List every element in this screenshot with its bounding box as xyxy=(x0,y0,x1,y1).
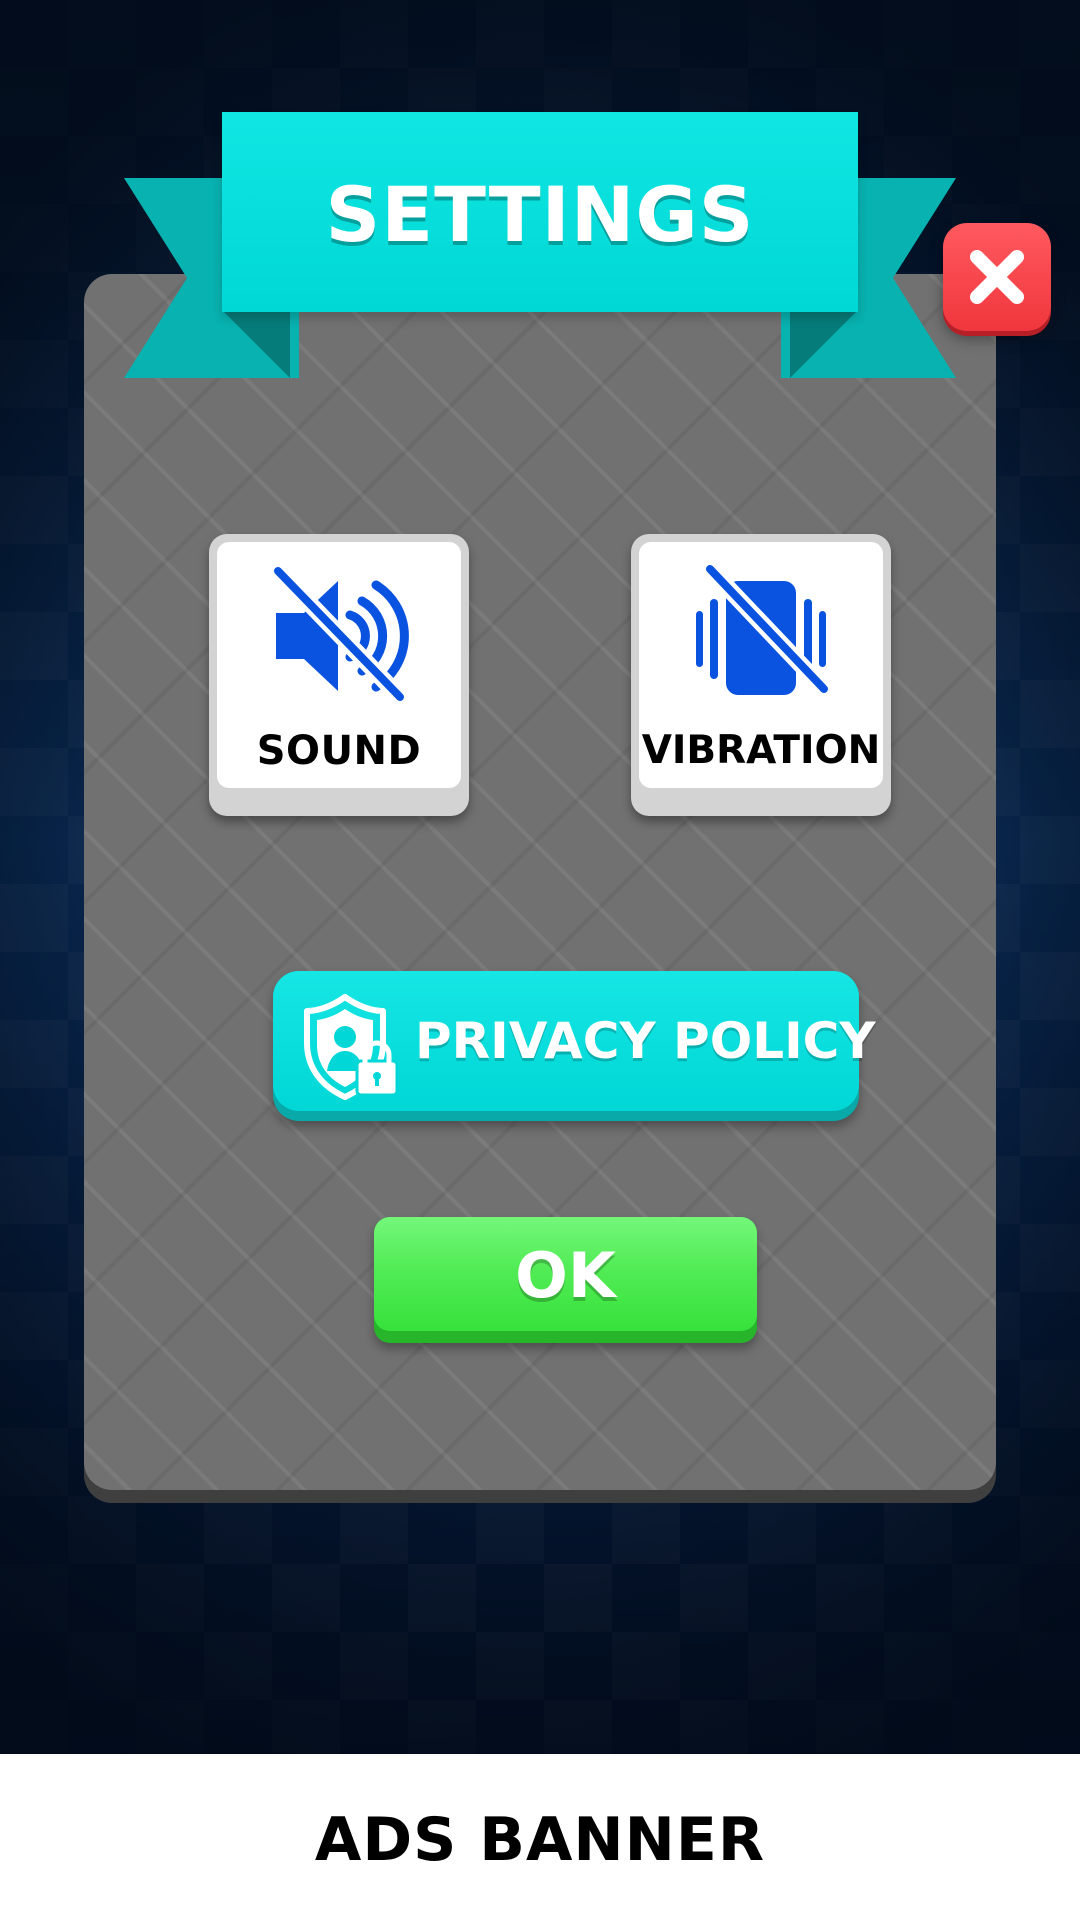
vibration-off-icon xyxy=(696,565,833,698)
title-ribbon: SETTINGS xyxy=(222,112,858,312)
sound-toggle-face: SOUND xyxy=(217,542,461,788)
dialog-title: SETTINGS xyxy=(325,169,755,259)
ok-button[interactable]: OK xyxy=(374,1217,757,1343)
ok-label: OK xyxy=(515,1238,616,1312)
ok-button-face: OK xyxy=(374,1217,757,1331)
vibration-toggle-button[interactable]: VIBRATION xyxy=(631,534,891,816)
ads-banner[interactable]: ADS BANNER xyxy=(0,1754,1080,1920)
ads-banner-label: ADS BANNER xyxy=(314,1805,766,1875)
privacy-policy-button[interactable]: PRIVACY POLICY xyxy=(273,971,876,1121)
privacy-policy-face: PRIVACY POLICY xyxy=(273,971,876,1111)
sound-icon-wrap xyxy=(217,560,461,710)
vibration-label: VIBRATION xyxy=(641,728,881,773)
settings-screen: SETTINGS SOUND VIBRATION PRIVACY POLICY … xyxy=(0,0,1080,1920)
sound-muted-icon xyxy=(269,565,409,705)
vibration-toggle-face: VIBRATION xyxy=(639,542,883,788)
vibration-icon-wrap xyxy=(639,560,883,710)
close-button[interactable] xyxy=(943,223,1051,331)
sound-label: SOUND xyxy=(256,728,422,774)
shield-user-lock-icon xyxy=(304,994,399,1100)
close-x-icon xyxy=(970,250,1024,304)
sound-toggle-button[interactable]: SOUND xyxy=(209,534,469,816)
privacy-policy-label: PRIVACY POLICY xyxy=(415,1012,876,1070)
